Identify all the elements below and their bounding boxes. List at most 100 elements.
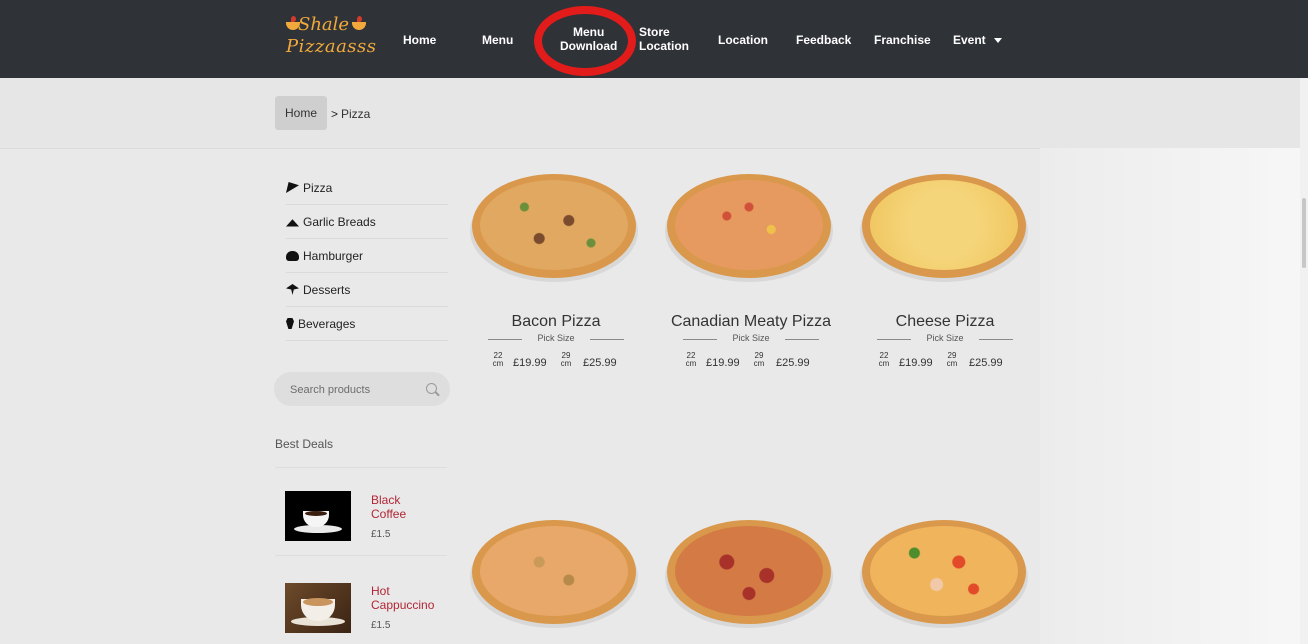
toppings-shape (870, 526, 1018, 616)
sidebar-item-label: Garlic Breads (303, 214, 376, 229)
sidebar-item-hamburger[interactable]: Hamburger (286, 239, 448, 273)
deal-price: £1.5 (371, 620, 391, 631)
flame-icon (291, 16, 296, 22)
breadcrumb-home[interactable]: Home (275, 96, 327, 130)
pick-size-text: Pick Size (732, 333, 770, 343)
price-row: 22 cm £19.99 29 cm £25.99 (492, 352, 622, 374)
coffee-shape (305, 511, 327, 516)
size-unit: cm (560, 359, 572, 368)
deal-name-line: Black (371, 493, 401, 507)
price-22: £19.99 (706, 357, 740, 369)
sidebar-item-label: Pizza (303, 180, 333, 195)
logo-line1: Shale (298, 14, 350, 35)
divider (275, 467, 447, 468)
pick-size-label: Pick Size (488, 333, 624, 345)
nav-franchise[interactable]: Franchise (874, 33, 931, 47)
foam-shape (303, 598, 333, 606)
size-unit: cm (492, 359, 504, 368)
burger-icon (286, 250, 299, 261)
caret-down-icon (993, 38, 1002, 44)
background-panel (1040, 148, 1308, 644)
toppings-shape (675, 180, 823, 270)
best-deals-title: Best Deals (275, 437, 334, 451)
deal-name-line: Cappuccino (371, 598, 435, 612)
breadcrumb-bar (0, 78, 1308, 149)
product-name[interactable]: Cheese Pizza (845, 313, 1045, 331)
deal-name-black-coffee[interactable]: Black Coffee (371, 493, 451, 521)
size-unit: cm (878, 359, 890, 368)
beverage-icon (286, 318, 294, 329)
divider (683, 339, 717, 340)
dessert-icon (286, 284, 299, 295)
nav-feedback[interactable]: Feedback (796, 33, 851, 47)
black-coffee-image[interactable] (285, 491, 351, 541)
toppings-shape (870, 180, 1018, 270)
product-image-bacon-pizza[interactable] (470, 172, 638, 282)
sidebar-item-label: Desserts (303, 282, 351, 297)
pizza-icon (286, 182, 299, 193)
size-option-29[interactable]: 29 cm (946, 352, 958, 368)
pick-size-label: Pick Size (683, 333, 819, 345)
breadcrumb-current: Pizza (341, 107, 371, 121)
sidebar-item-beverages[interactable]: Beverages (286, 307, 448, 341)
size-option-29[interactable]: 29 cm (560, 352, 572, 368)
sidebar-item-label: Hamburger (303, 248, 364, 263)
price-29: £25.99 (969, 357, 1003, 369)
divider (979, 339, 1013, 340)
bowl-icon (352, 22, 366, 30)
search-icon[interactable] (426, 383, 437, 394)
size-option-22[interactable]: 22 cm (685, 352, 697, 368)
price-22: £19.99 (899, 357, 933, 369)
pick-size-label: Pick Size (877, 333, 1013, 345)
size-option-29[interactable]: 29 cm (753, 352, 765, 368)
sidebar-item-pizza[interactable]: Pizza (286, 171, 448, 205)
scrollbar-thumb[interactable] (1302, 198, 1306, 268)
nav-menu[interactable]: Menu (482, 33, 513, 47)
product-image-cheese-pizza[interactable] (860, 172, 1028, 282)
deal-name-hot-cappuccino[interactable]: Hot Cappuccino (371, 584, 451, 612)
divider (488, 339, 522, 340)
product-image[interactable] (470, 518, 638, 628)
sidebar-item-desserts[interactable]: Desserts (286, 273, 448, 307)
hot-cappuccino-image[interactable] (285, 583, 351, 633)
nav-store-location[interactable]: Store Location (639, 25, 689, 53)
search-box (274, 372, 450, 406)
nav-store-location-line2: Location (639, 39, 689, 53)
nav-event-label: Event (953, 33, 986, 47)
sidebar-item-label: Beverages (298, 316, 356, 331)
product-image[interactable] (860, 518, 1028, 628)
brand-logo[interactable]: Shale Pizzaasss (286, 14, 376, 66)
nav-home[interactable]: Home (403, 33, 436, 47)
divider (785, 339, 819, 340)
size-unit: cm (946, 359, 958, 368)
breadcrumb-separator-icon: > (331, 107, 339, 121)
pick-size-text: Pick Size (537, 333, 575, 343)
product-image[interactable] (665, 518, 833, 628)
divider (275, 555, 447, 556)
nav-location[interactable]: Location (718, 33, 768, 47)
price-29: £25.99 (776, 357, 810, 369)
deal-name-line: Coffee (371, 507, 407, 521)
flame-icon (357, 16, 362, 22)
deal-name-line: Hot (371, 584, 390, 598)
nav-store-location-line1: Store (639, 25, 670, 39)
toppings-shape (480, 180, 628, 270)
page-scrollbar[interactable] (1300, 78, 1308, 644)
size-option-22[interactable]: 22 cm (492, 352, 504, 368)
divider (590, 339, 624, 340)
price-29: £25.99 (583, 357, 617, 369)
size-unit: cm (753, 359, 765, 368)
search-input[interactable] (288, 380, 422, 400)
divider (877, 339, 911, 340)
toppings-shape (675, 526, 823, 616)
deal-price: £1.5 (371, 529, 391, 540)
size-option-22[interactable]: 22 cm (878, 352, 890, 368)
toppings-shape (480, 526, 628, 616)
nav-event-dropdown[interactable]: Event (953, 33, 1002, 47)
product-name[interactable]: Bacon Pizza (456, 313, 656, 331)
price-row: 22 cm £19.99 29 cm £25.99 (878, 352, 1008, 374)
product-name[interactable]: Canadian Meaty Pizza (651, 313, 851, 331)
pick-size-text: Pick Size (926, 333, 964, 343)
sidebar-item-garlic-breads[interactable]: Garlic Breads (286, 205, 448, 239)
product-image-canadian-meaty-pizza[interactable] (665, 172, 833, 282)
